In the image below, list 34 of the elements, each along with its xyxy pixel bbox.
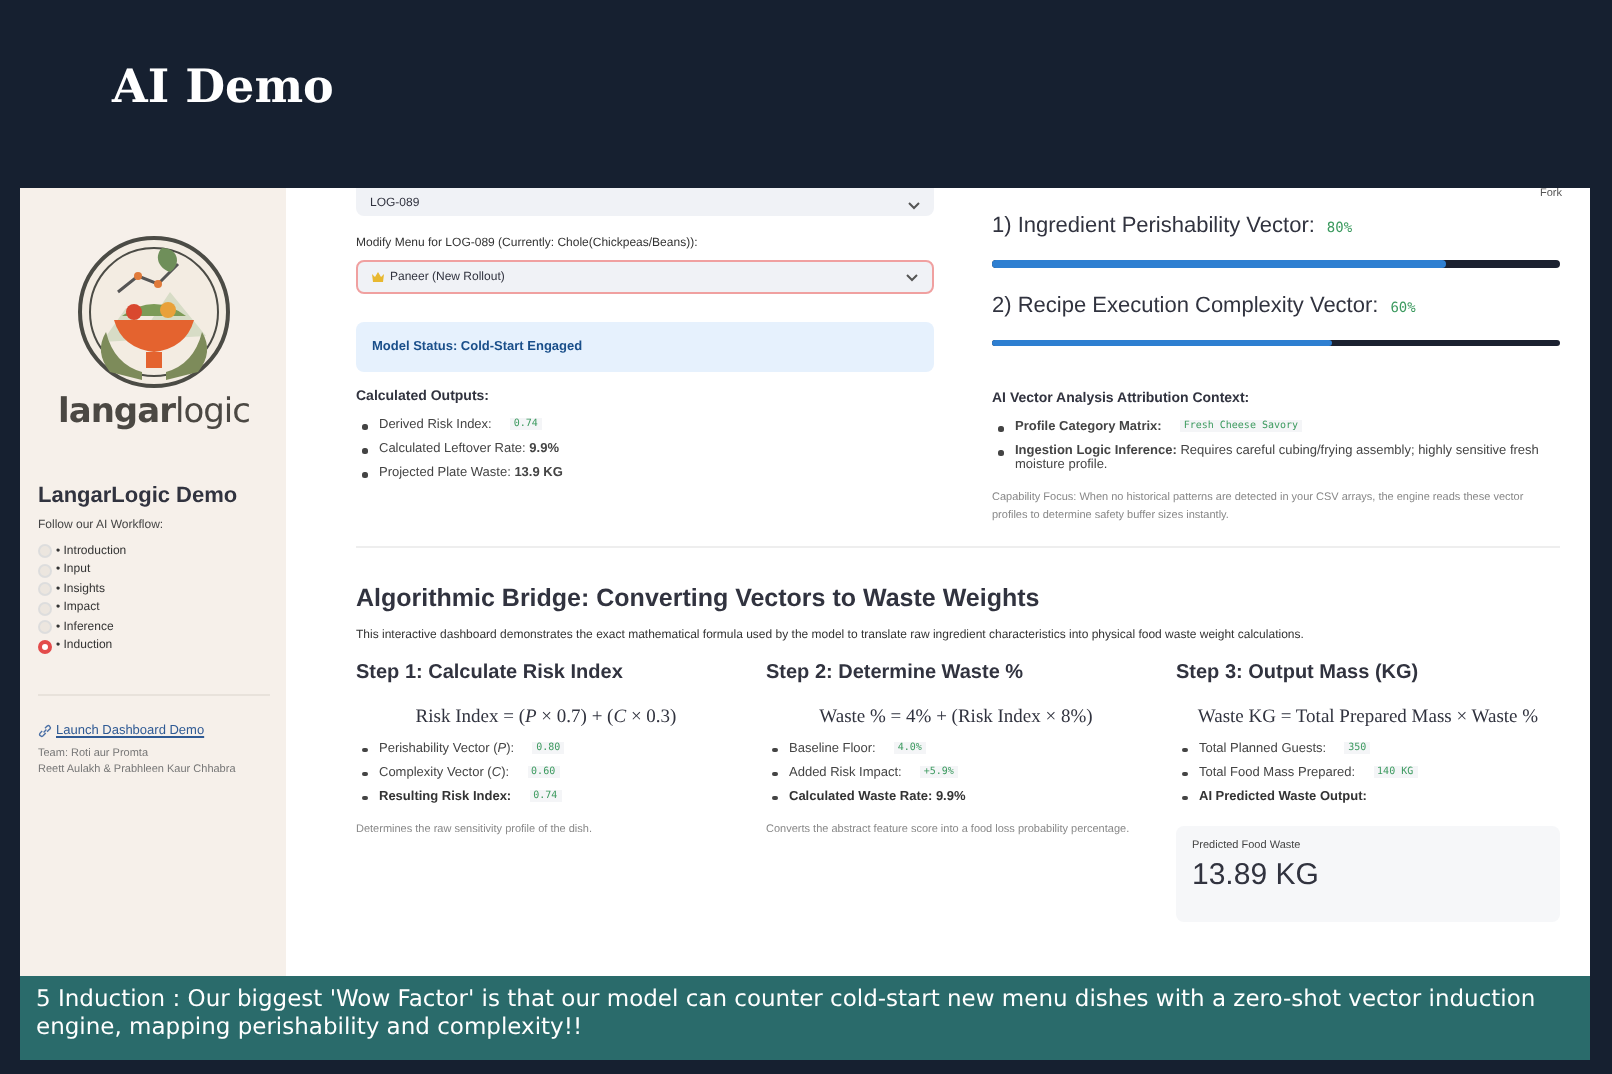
slide-title: AI Demo	[112, 59, 334, 113]
bullet-dot	[362, 448, 367, 453]
crown-icon	[372, 272, 384, 282]
logo-wordmark: langarlogic	[58, 392, 250, 432]
bullet-dot	[772, 795, 777, 801]
chevron-down-icon	[908, 202, 920, 210]
sidebar-title: LangarLogic Demo	[38, 484, 240, 508]
vector-heading: 2) Recipe Execution Complexity Vector:	[992, 293, 1379, 317]
bullet-dot	[998, 426, 1003, 431]
bullet-dot	[362, 771, 367, 777]
bullet-dot	[1182, 795, 1187, 801]
link-icon	[38, 723, 52, 737]
step-heading: Step 1: Calculate Risk Index	[356, 661, 625, 684]
bullet-dot	[998, 450, 1003, 455]
bullet-dot	[362, 472, 367, 477]
caption-bar: 5 Induction : Our biggest 'Wow Factor' is that our model can counter cold-start new menu dishes with a zero-shot vector induction engine, mapping perishability and complexity!!	[20, 976, 1590, 1060]
bullet-dot	[362, 795, 367, 801]
bullet-dot	[772, 747, 777, 753]
bowl-logo-icon	[74, 232, 234, 392]
bullet-dot	[1182, 747, 1187, 753]
step-heading: Step 2: Determine Waste %	[766, 661, 1026, 684]
formula: Risk Index = (P × 0.7) + (C × 0.3)	[413, 707, 679, 728]
vector-heading: 1) Ingredient Perishability Vector:	[992, 214, 1315, 238]
metric-value: 13.89 KG	[1192, 857, 1321, 892]
radio-button[interactable]	[38, 639, 52, 653]
bullet-dot	[772, 771, 777, 777]
step-heading: Step 3: Output Mass (KG)	[1176, 661, 1421, 684]
formula: Waste KG = Total Prepared Mass × Waste %	[1195, 707, 1541, 728]
chevron-down-icon	[906, 273, 918, 281]
formula: Waste % = 4% + (Risk Index × 8%)	[817, 707, 1095, 728]
bullet-dot	[1182, 771, 1187, 777]
bullet-dot	[362, 747, 367, 753]
bullet-dot	[362, 424, 367, 429]
section-heading: Algorithmic Bridge: Converting Vectors to Waste Weights	[356, 583, 1042, 612]
